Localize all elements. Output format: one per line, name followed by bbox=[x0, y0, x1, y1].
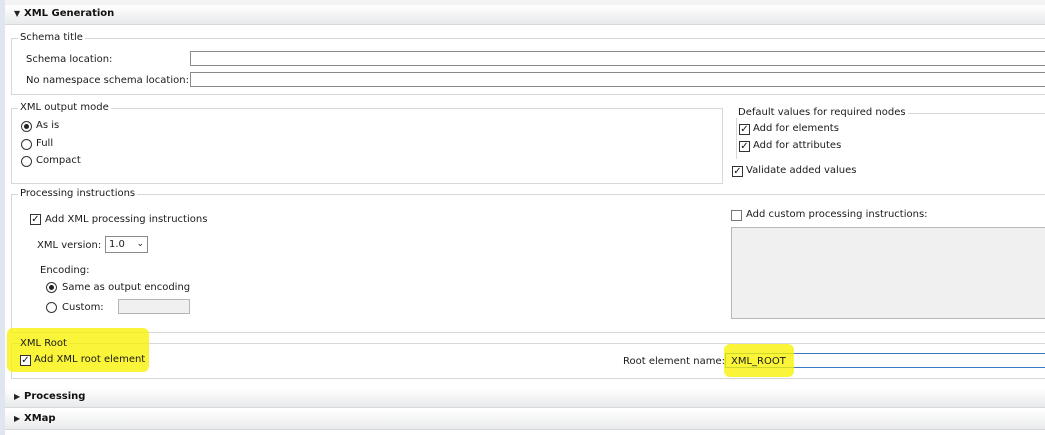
custom-encoding-input[interactable] bbox=[118, 299, 190, 314]
root-element-name-value: XML_ROOT bbox=[731, 356, 786, 367]
radio-same-as-output-encoding[interactable] bbox=[46, 282, 57, 293]
radio-full[interactable] bbox=[21, 139, 32, 150]
same-as-output-encoding-label: Same as output encoding bbox=[62, 282, 191, 293]
add-xml-root-element-label: Add XML root element bbox=[34, 354, 146, 365]
radio-as-is-label: As is bbox=[36, 120, 60, 131]
no-namespace-schema-location-label: No namespace schema location: bbox=[26, 75, 189, 86]
checkbox-add-attributes[interactable]: ✓ bbox=[739, 141, 750, 152]
checkbox-add-elements[interactable]: ✓ bbox=[739, 124, 750, 135]
xml-version-select[interactable]: 1.0 ⌄ bbox=[105, 236, 148, 253]
encoding-label: Encoding: bbox=[40, 265, 90, 276]
schema-location-input[interactable] bbox=[190, 51, 1045, 66]
checkbox-add-xml-pi[interactable]: ✓ bbox=[30, 214, 41, 225]
output-mode-group bbox=[11, 108, 723, 184]
validate-added-values-label: Validate added values bbox=[746, 165, 857, 176]
custom-encoding-label: Custom: bbox=[62, 302, 104, 313]
processing-instructions-title: Processing instructions bbox=[18, 188, 138, 199]
custom-pi-textarea[interactable] bbox=[731, 227, 1045, 319]
triangle-down-icon: ▼ bbox=[14, 9, 21, 18]
section-header-processing[interactable]: ▶ Processing bbox=[5, 388, 1045, 408]
left-frame-strip bbox=[0, 0, 5, 435]
schema-group-title: Schema title bbox=[18, 32, 85, 43]
section-title: XML Generation bbox=[24, 8, 115, 19]
checkbox-add-xml-root-element[interactable]: ✓ bbox=[20, 355, 31, 366]
root-element-name-label: Root element name: bbox=[623, 356, 725, 367]
no-namespace-schema-location-input[interactable] bbox=[190, 72, 1045, 87]
defaults-title: Default values for required nodes bbox=[736, 107, 908, 118]
add-xml-pi-label: Add XML processing instructions bbox=[45, 214, 208, 225]
section-title: XMap bbox=[24, 413, 56, 424]
xml-version-label: XML version: bbox=[37, 240, 102, 251]
section-header-xmap[interactable]: ▶ XMap bbox=[5, 410, 1045, 430]
radio-custom-encoding[interactable] bbox=[46, 302, 57, 313]
xml-version-value: 1.0 bbox=[109, 239, 125, 250]
checkbox-add-custom-pi[interactable] bbox=[731, 210, 742, 221]
triangle-right-icon: ▶ bbox=[14, 414, 21, 423]
add-custom-pi-label: Add custom processing instructions: bbox=[746, 209, 928, 220]
radio-full-label: Full bbox=[36, 138, 54, 149]
section-title: Processing bbox=[24, 391, 86, 402]
add-elements-label: Add for elements bbox=[753, 123, 839, 134]
radio-compact[interactable] bbox=[21, 156, 32, 167]
schema-location-label: Schema location: bbox=[26, 54, 113, 65]
chevron-down-icon: ⌄ bbox=[136, 239, 144, 249]
add-attributes-label: Add for attributes bbox=[753, 140, 842, 151]
checkbox-validate-added-values[interactable]: ✓ bbox=[732, 166, 743, 177]
triangle-right-icon: ▶ bbox=[14, 392, 21, 401]
xml-root-title: XML Root bbox=[20, 338, 67, 349]
radio-as-is[interactable] bbox=[21, 121, 32, 132]
radio-compact-label: Compact bbox=[36, 155, 81, 166]
section-header-xml-generation[interactable]: ▼ XML Generation bbox=[5, 5, 1045, 25]
defaults-group bbox=[736, 113, 1045, 159]
output-mode-title: XML output mode bbox=[18, 102, 111, 113]
